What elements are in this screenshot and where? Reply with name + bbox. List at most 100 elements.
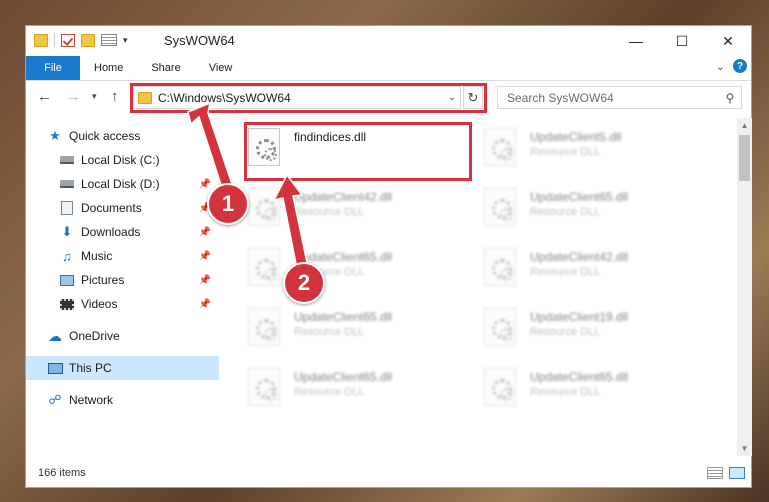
sidebar-item-network[interactable]: ☍ Network: [26, 388, 219, 412]
star-icon: ★: [49, 128, 61, 143]
file-type: Resource DLL: [530, 266, 601, 278]
file-item[interactable]: UpdateClient65.dll Resource DLL: [244, 362, 454, 414]
maximize-button[interactable]: ☐: [659, 26, 705, 56]
close-button[interactable]: ✕: [705, 26, 751, 56]
pin-icon[interactable]: 📌: [199, 251, 211, 262]
large-icons-view-icon[interactable]: [729, 467, 745, 479]
forward-arrow-icon[interactable]: →: [66, 88, 81, 105]
help-icon[interactable]: ?: [733, 59, 747, 73]
tab-share[interactable]: Share: [137, 56, 194, 80]
sidebar-item-label: Local Disk (D:): [81, 177, 160, 191]
folder-icon[interactable]: [34, 33, 48, 47]
properties-icon[interactable]: [101, 34, 117, 46]
sidebar-item-onedrive[interactable]: ☁ OneDrive: [26, 324, 219, 348]
sidebar-item-documents[interactable]: Documents 📌: [26, 196, 219, 220]
properties-check-icon[interactable]: [61, 33, 75, 47]
file-item[interactable]: UpdateClient42.dll Resource DLL: [244, 182, 454, 234]
file-type: Resource DLL: [294, 326, 365, 338]
music-icon: ♫: [62, 248, 72, 264]
sidebar-item-videos[interactable]: Videos 📌: [26, 292, 219, 316]
file-type: Resource DLL: [294, 206, 365, 218]
file-name: UpdateClient65.dll: [530, 190, 629, 204]
file-item[interactable]: UpdateClient5.dll Resource DLL: [480, 122, 690, 174]
step-marker-2: 2: [283, 262, 325, 304]
file-item[interactable]: UpdateClient65.dll Resource DLL: [480, 182, 690, 234]
file-highlight-box: [244, 122, 472, 181]
sidebar-item-local-disk-d[interactable]: Local Disk (D:) 📌: [26, 172, 219, 196]
search-input[interactable]: Search SysWOW64: [498, 91, 719, 105]
disk-icon: [59, 177, 75, 191]
pin-icon[interactable]: 📌: [199, 299, 211, 310]
scroll-up-arrow-icon[interactable]: ▲: [737, 118, 752, 133]
navigation-pane: ★ Quick access Local Disk (C:) Local Dis…: [26, 118, 219, 456]
scroll-thumb[interactable]: [739, 135, 750, 181]
file-name: UpdateClient19.dll: [530, 310, 629, 324]
sidebar-item-label: Network: [69, 393, 114, 407]
sidebar-item-local-disk-c[interactable]: Local Disk (C:): [26, 148, 219, 172]
sidebar-item-label: Downloads: [81, 225, 141, 239]
file-name: UpdateClient42.dll: [530, 250, 629, 264]
file-name: UpdateClient42.dll: [294, 190, 393, 204]
disk-icon: [59, 153, 75, 167]
dll-file-icon: [484, 368, 516, 406]
recent-locations-chevron-icon[interactable]: ▾: [92, 91, 97, 102]
up-arrow-icon[interactable]: ↑: [111, 88, 119, 105]
dll-file-icon: [248, 308, 280, 346]
file-name: UpdateClient65.dll: [294, 310, 393, 324]
back-arrow-icon[interactable]: ←: [37, 88, 52, 105]
sidebar-item-label: Local Disk (C:): [81, 153, 160, 167]
file-name: UpdateClient5.dll: [530, 130, 622, 144]
tab-home[interactable]: Home: [80, 56, 137, 80]
file-type: Resource DLL: [530, 146, 601, 158]
file-item[interactable]: UpdateClient65.dll Resource DLL: [480, 362, 690, 414]
sidebar-item-this-pc[interactable]: This PC: [26, 356, 219, 380]
expand-ribbon-chevron-icon[interactable]: ⌄: [716, 60, 725, 73]
sidebar-item-downloads[interactable]: ⬇ Downloads 📌: [26, 220, 219, 244]
customize-toolbar-dropdown-icon[interactable]: ▾: [123, 35, 128, 46]
sidebar-item-music[interactable]: ♫ Music 📌: [26, 244, 219, 268]
pin-icon[interactable]: 📌: [199, 275, 211, 286]
window-controls: — ☐ ✕: [613, 26, 751, 56]
toolbar-divider: [54, 33, 55, 47]
dll-file-icon: [248, 368, 280, 406]
navigation-bar: ← → ▾ ↑ C:\Windows\SysWOW64 ⌄ ↻ Search S…: [26, 82, 751, 114]
file-type: Resource DLL: [530, 326, 601, 338]
tab-view[interactable]: View: [195, 56, 247, 80]
vertical-scrollbar[interactable]: ▲ ▼: [737, 118, 752, 456]
file-name: UpdateClient65.dll: [294, 370, 393, 384]
dll-file-icon: [484, 308, 516, 346]
sidebar-item-label: Videos: [81, 297, 118, 311]
details-view-icon[interactable]: [707, 467, 723, 479]
search-box[interactable]: Search SysWOW64 ⚲: [497, 86, 742, 109]
window-title: SysWOW64: [164, 33, 235, 48]
title-bar: ▾ SysWOW64 — ☐ ✕: [26, 26, 751, 56]
sidebar-item-quick-access[interactable]: ★ Quick access: [26, 124, 219, 148]
file-item[interactable]: UpdateClient19.dll Resource DLL: [480, 302, 690, 354]
video-icon: [59, 297, 75, 311]
pin-icon[interactable]: 📌: [199, 179, 211, 190]
picture-icon: [59, 273, 75, 287]
dll-file-icon: [248, 188, 280, 226]
minimize-button[interactable]: —: [613, 26, 659, 56]
computer-icon: [47, 361, 63, 375]
scroll-down-arrow-icon[interactable]: ▼: [737, 441, 752, 456]
file-item[interactable]: UpdateClient65.dll Resource DLL: [244, 302, 454, 354]
new-folder-icon[interactable]: [81, 33, 95, 47]
item-count: 166 items: [38, 467, 86, 479]
ribbon-controls: ⌄ ?: [716, 59, 747, 73]
sidebar-item-label: Pictures: [81, 273, 125, 287]
file-item[interactable]: UpdateClient42.dll Resource DLL: [480, 242, 690, 294]
file-item[interactable]: UpdateClient65.dll Resource DLL: [244, 242, 454, 294]
view-switcher: [707, 467, 745, 479]
tab-file[interactable]: File: [26, 56, 80, 80]
search-icon[interactable]: ⚲: [719, 91, 741, 105]
network-icon: ☍: [48, 392, 62, 407]
pin-icon[interactable]: 📌: [199, 227, 211, 238]
sidebar-item-label: This PC: [69, 361, 112, 375]
download-icon: ⬇: [61, 224, 73, 239]
sidebar-item-label: Music: [81, 249, 113, 263]
quick-access-toolbar: ▾: [34, 33, 128, 47]
sidebar-item-pictures[interactable]: Pictures 📌: [26, 268, 219, 292]
dll-file-icon: [248, 248, 280, 286]
document-icon: [59, 201, 75, 215]
